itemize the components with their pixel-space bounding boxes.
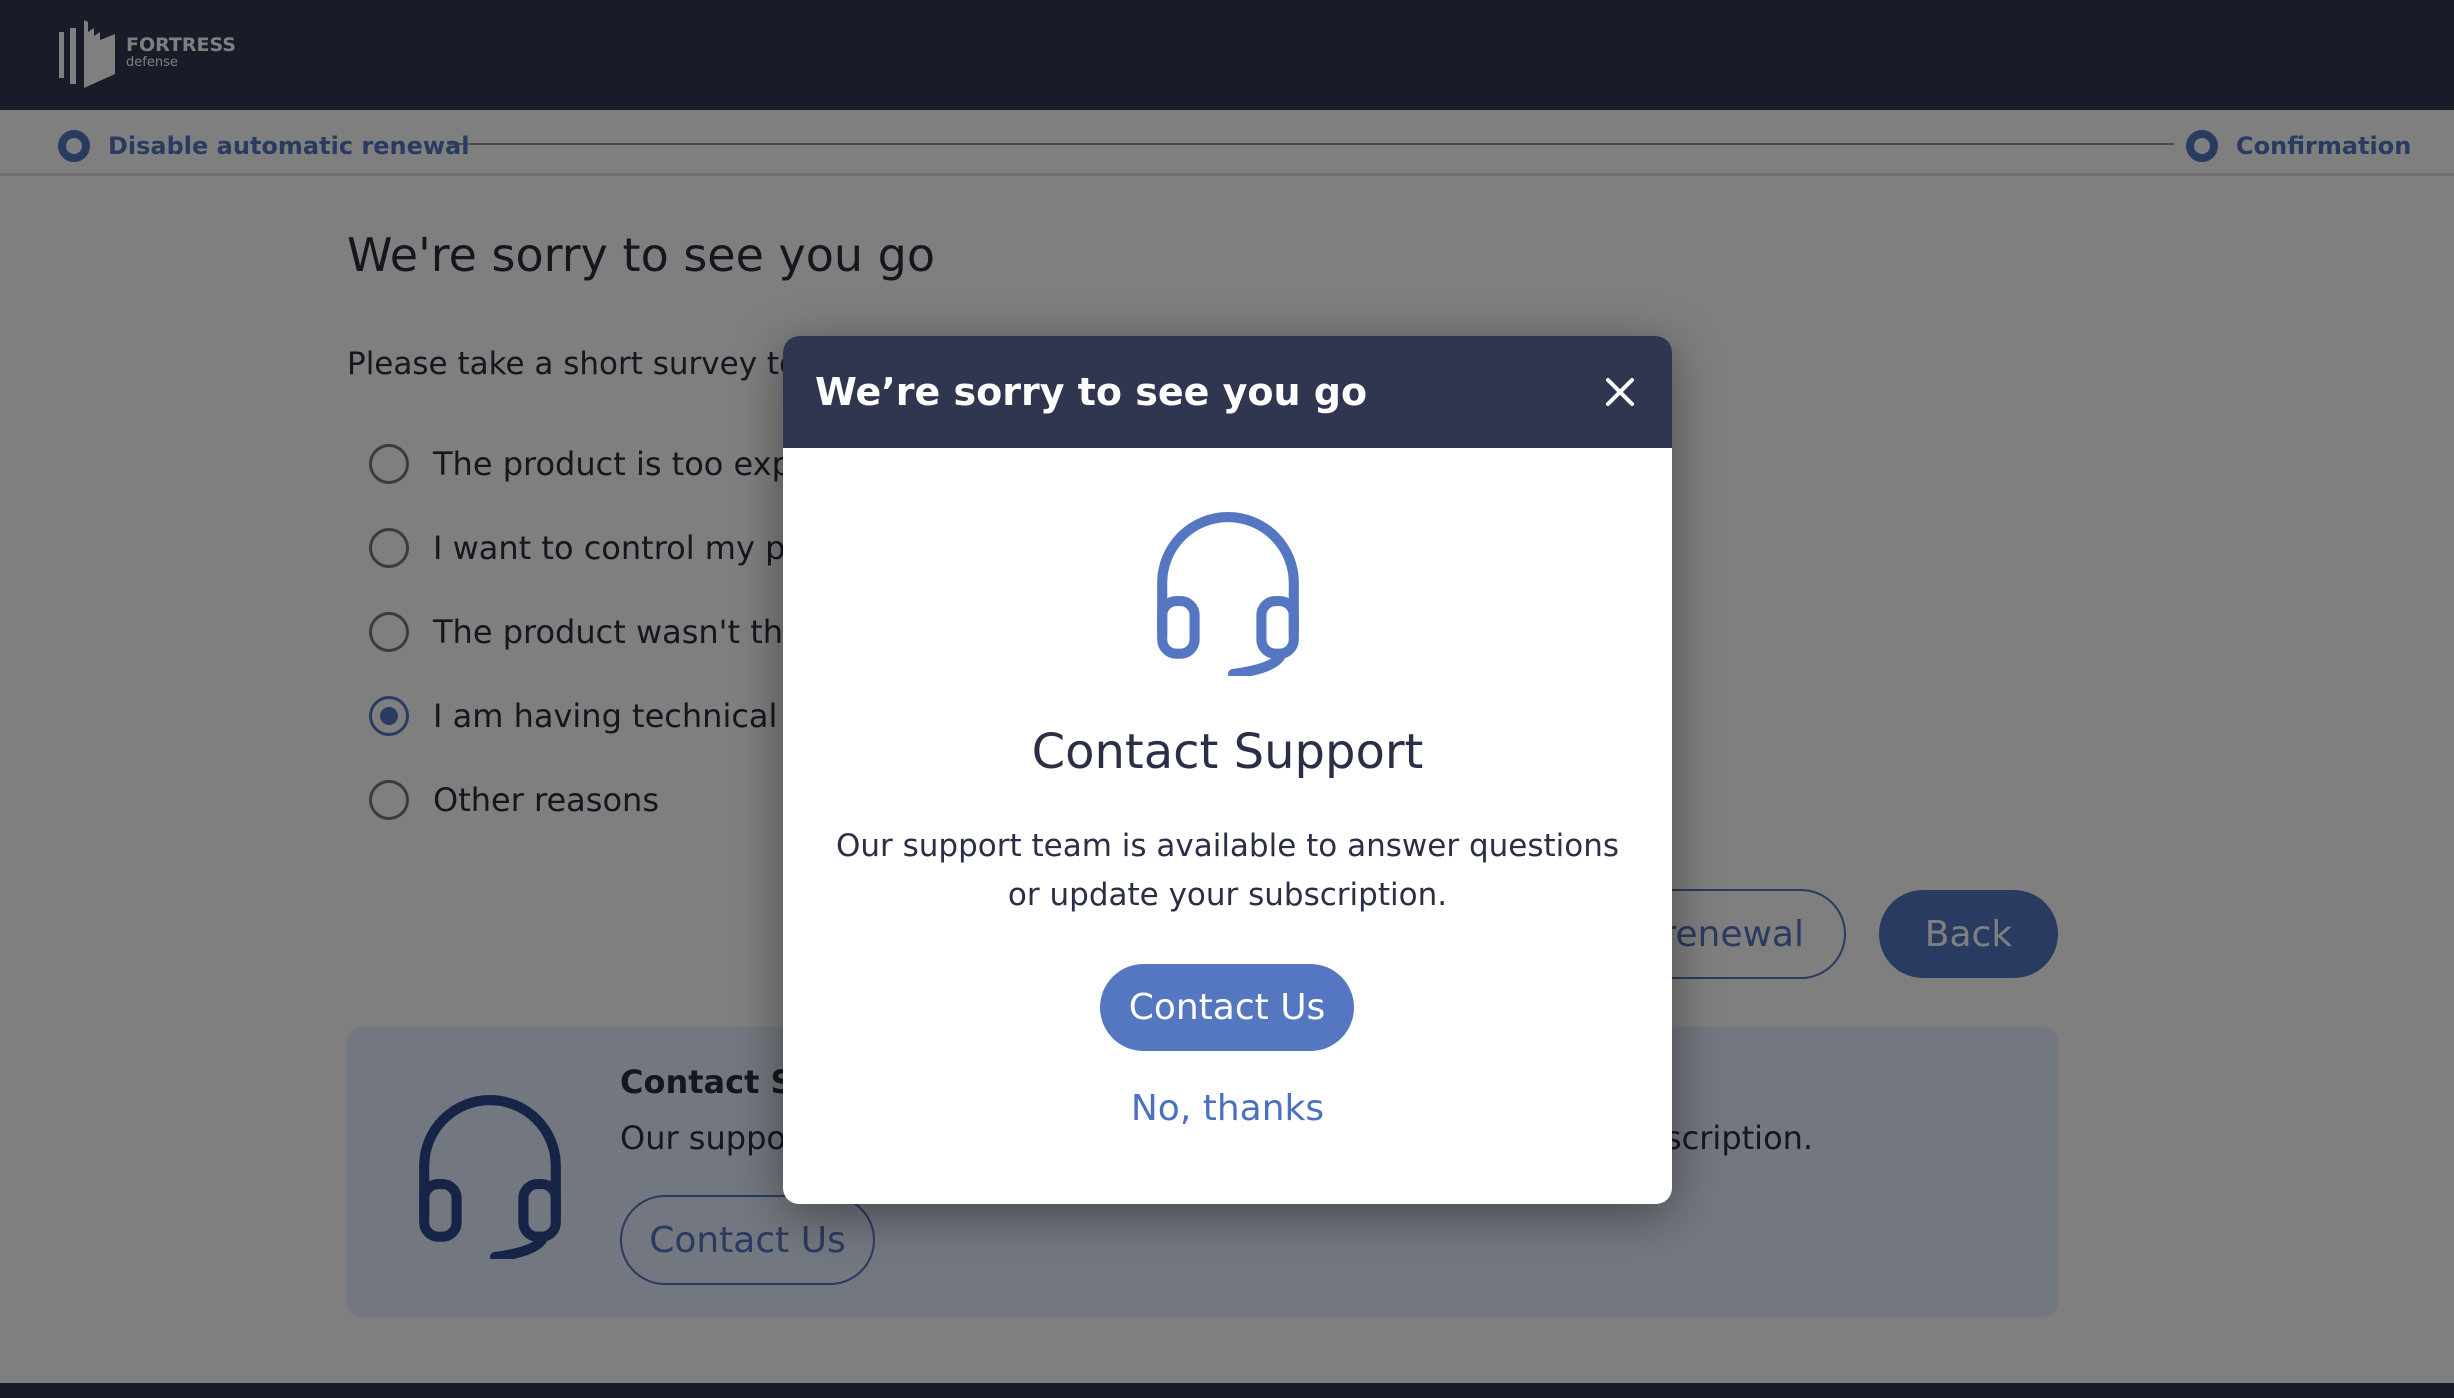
headset-icon [1157, 512, 1299, 676]
contact-support-modal: We’re sorry to see you go Contact Suppor… [783, 336, 1672, 1204]
modal-title: We’re sorry to see you go [815, 370, 1368, 414]
close-icon[interactable] [1600, 372, 1640, 412]
desc-line: Our support team is available to answer … [835, 828, 1620, 864]
contact-us-button[interactable]: Contact Us [1100, 964, 1354, 1051]
modal-header: We’re sorry to see you go [783, 336, 1672, 448]
desc-line: or update your subscription. [1007, 877, 1448, 913]
no-thanks-link[interactable]: No, thanks [783, 1088, 1672, 1129]
modal-description: Our support team is available to answer … [783, 822, 1672, 920]
modal-heading: Contact Support [1031, 724, 1424, 780]
